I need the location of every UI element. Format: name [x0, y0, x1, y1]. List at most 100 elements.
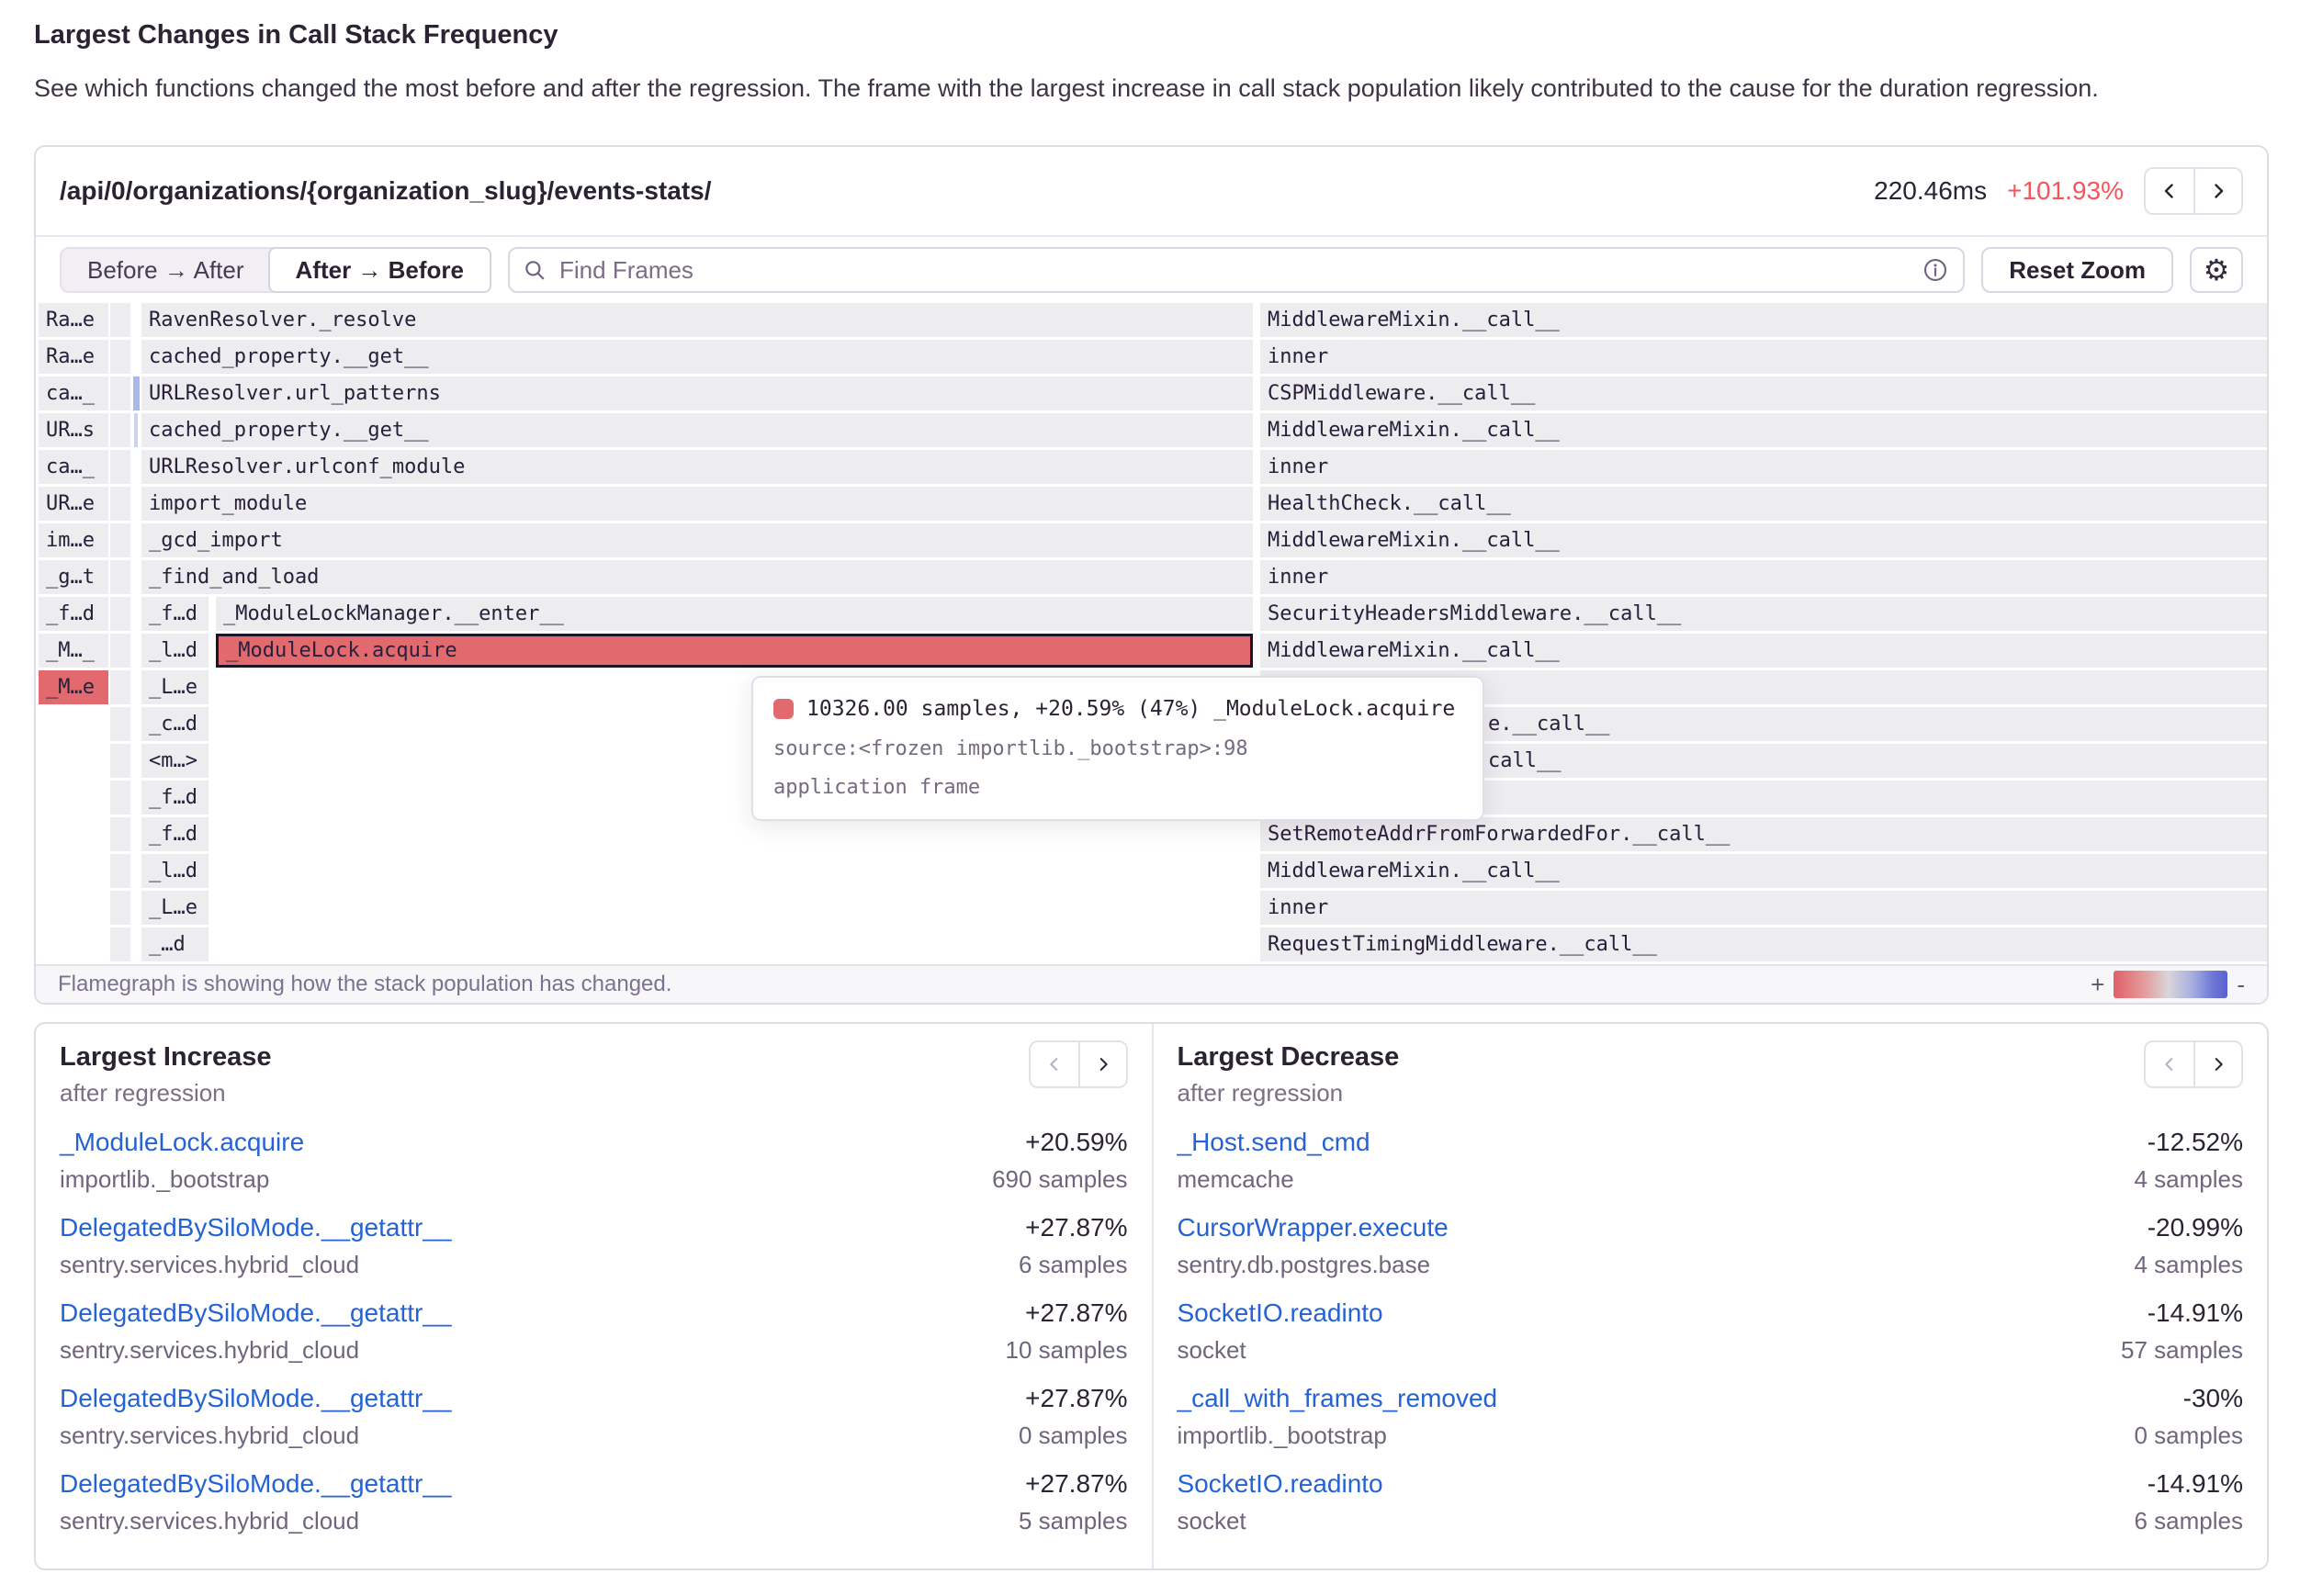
flame-frame[interactable]: _f…d [141, 597, 209, 631]
next-endpoint-button[interactable] [2193, 169, 2241, 213]
flame-frame-before[interactable] [110, 523, 130, 557]
flame-frame-before[interactable] [110, 891, 130, 925]
flame-frame-before[interactable] [110, 707, 130, 741]
reset-zoom-button[interactable]: Reset Zoom [1981, 247, 2173, 293]
flame-frame-before[interactable] [110, 854, 130, 888]
settings-button[interactable]: ⚙ [2190, 247, 2243, 293]
flame-frame-before[interactable]: ca…_ [39, 450, 108, 484]
flame-frame[interactable]: _c…d [141, 707, 209, 741]
find-frames-search[interactable] [508, 247, 1965, 293]
flame-frame[interactable]: cached_property.__get__ [141, 340, 1253, 374]
toggle-after-before[interactable]: After → Before [268, 247, 491, 293]
change-percent: -30% [2183, 1379, 2243, 1418]
flame-frame-before[interactable]: Ra…e [39, 303, 108, 337]
flame-frame-before[interactable] [110, 303, 130, 337]
increase-pager [1029, 1040, 1128, 1088]
endpoint-header: /api/0/organizations/{organization_slug}… [36, 147, 2267, 237]
function-link[interactable]: DelegatedBySiloMode.__getattr__ [60, 1294, 452, 1332]
flame-frame-after[interactable]: inner [1260, 340, 2267, 374]
flame-frame-before[interactable] [110, 634, 130, 668]
flame-frame[interactable]: <m…> [141, 744, 209, 778]
flame-frame[interactable]: _gcd_import [141, 523, 1253, 557]
increase-next-button[interactable] [1078, 1042, 1126, 1086]
flame-frame[interactable]: cached_property.__get__ [141, 413, 1253, 447]
prev-endpoint-button[interactable] [2146, 169, 2193, 213]
flame-frame[interactable]: _ModuleLockManager.__enter__ [216, 597, 1253, 631]
flame-frame-after[interactable]: RequestTimingMiddleware.__call__ [1260, 927, 2267, 961]
function-link[interactable]: _Host.send_cmd [1178, 1123, 1370, 1162]
flame-frame-before[interactable]: _f…d [39, 597, 108, 631]
flame-frame-after[interactable]: SetRemoteAddrFromForwardedFor.__call__ [1260, 817, 2267, 851]
flamegraph-status-bar: Flamegraph is showing how the stack popu… [36, 964, 2267, 1003]
flame-frame-before[interactable] [110, 597, 130, 631]
flame-frame-before[interactable] [110, 781, 130, 815]
largest-decrease-section: Largest Decrease after regression _Host.… [1152, 1024, 2268, 1568]
flame-frame-before[interactable] [110, 377, 130, 410]
flame-frame-before[interactable] [110, 413, 130, 447]
decrease-subtitle: after regression [1178, 1077, 1400, 1108]
flame-frame-after[interactable]: MiddlewareMixin.__call__ [1260, 854, 2267, 888]
flame-frame-after[interactable]: MiddlewareMixin.__call__ [1260, 413, 2267, 447]
flame-frame-before[interactable] [110, 670, 130, 704]
page-description: See which functions changed the most bef… [34, 69, 2237, 108]
flame-frame-before[interactable]: ca…_ [39, 377, 108, 410]
flame-frame-before[interactable] [110, 340, 130, 374]
function-link[interactable]: CursorWrapper.execute [1178, 1208, 1449, 1247]
flame-frame[interactable]: URLResolver.url_patterns [141, 377, 1253, 410]
function-link[interactable]: _ModuleLock.acquire [60, 1123, 304, 1162]
flame-frame-before[interactable]: im…e [39, 523, 108, 557]
flame-frame-before[interactable] [110, 817, 130, 851]
flame-frame-before[interactable] [110, 744, 130, 778]
function-link[interactable]: SocketIO.readinto [1178, 1294, 1383, 1332]
flame-frame-after[interactable]: SecurityHeadersMiddleware.__call__ [1260, 597, 2267, 631]
flame-frame-after[interactable]: inner [1260, 891, 2267, 925]
flame-frame[interactable]: _f…d [141, 781, 209, 815]
flame-frame-before[interactable] [110, 560, 130, 594]
flame-frame-before[interactable]: _M…_ [39, 634, 108, 668]
flame-frame[interactable]: RavenResolver._resolve [141, 303, 1253, 337]
decrease-next-button[interactable] [2193, 1042, 2241, 1086]
function-link[interactable]: DelegatedBySiloMode.__getattr__ [60, 1208, 452, 1247]
increase-prev-button[interactable] [1031, 1042, 1078, 1086]
flame-frame-before[interactable]: _g…t [39, 560, 108, 594]
flame-frame-sliver[interactable] [133, 377, 140, 410]
toggle-before-after[interactable]: Before → After [62, 249, 270, 291]
flame-frame[interactable]: _f…d [141, 817, 209, 851]
sample-count: 57 samples [2121, 1332, 2243, 1367]
flame-frame[interactable]: URLResolver.urlconf_module [141, 450, 1253, 484]
flame-frame-before[interactable] [110, 927, 130, 961]
function-link[interactable]: DelegatedBySiloMode.__getattr__ [60, 1465, 452, 1503]
flame-frame-before[interactable] [110, 487, 130, 521]
function-link[interactable]: DelegatedBySiloMode.__getattr__ [60, 1379, 452, 1418]
search-input[interactable] [558, 255, 1922, 286]
sample-count: 4 samples [2135, 1247, 2244, 1282]
decrease-prev-button[interactable] [2146, 1042, 2193, 1086]
flame-frame[interactable]: _L…e [141, 891, 209, 925]
flame-frame[interactable]: _L…e [141, 670, 209, 704]
change-percent: +27.87% [1025, 1379, 1127, 1418]
flame-frame-before[interactable] [110, 450, 130, 484]
info-icon[interactable] [1922, 257, 1948, 283]
flame-frame-sliver[interactable] [134, 413, 138, 447]
tooltip-source-text: source:<frozen importlib._bootstrap>:98 [773, 735, 1462, 764]
flame-frame-before[interactable]: _M…e [39, 670, 108, 704]
flame-frame-before[interactable]: UR…e [39, 487, 108, 521]
flame-frame-after[interactable]: MiddlewareMixin.__call__ [1260, 523, 2267, 557]
flamegraph-canvas[interactable]: 10326.00 samples, +20.59% (47%) _ModuleL… [36, 303, 2267, 964]
flame-frame[interactable]: _find_and_load [141, 560, 1253, 594]
flame-frame-after[interactable]: HealthCheck.__call__ [1260, 487, 2267, 521]
function-link[interactable]: _call_with_frames_removed [1178, 1379, 1498, 1418]
flame-frame-after[interactable]: MiddlewareMixin.__call__ [1260, 303, 2267, 337]
flame-frame[interactable]: _l…d [141, 854, 209, 888]
flame-frame[interactable]: import_module [141, 487, 1253, 521]
flame-frame-before[interactable]: UR…s [39, 413, 108, 447]
function-link[interactable]: SocketIO.readinto [1178, 1465, 1383, 1503]
flame-frame-after[interactable]: MiddlewareMixin.__call__ [1260, 634, 2267, 668]
flame-frame-after[interactable]: CSPMiddleware.__call__ [1260, 377, 2267, 410]
flame-frame[interactable]: _…d [141, 927, 209, 961]
flame-frame-after[interactable]: inner [1260, 560, 2267, 594]
flame-frame-selected[interactable]: _ModuleLock.acquire [216, 634, 1253, 668]
flame-frame-before[interactable]: Ra…e [39, 340, 108, 374]
flame-frame-after[interactable]: inner [1260, 450, 2267, 484]
flame-frame[interactable]: _l…d [141, 634, 209, 668]
